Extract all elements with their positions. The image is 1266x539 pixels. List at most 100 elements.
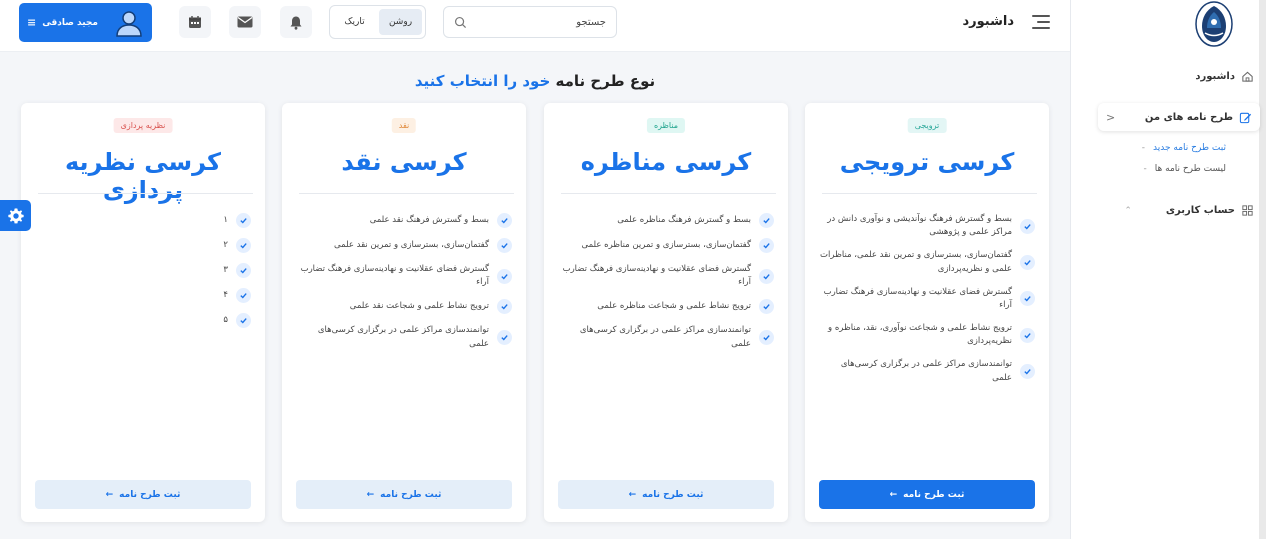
calendar-icon [189,16,201,28]
edit-icon [1239,112,1252,123]
feature-list: بسط و گسترش فرهنگ نوآندیشی و نوآوری دانش… [819,213,1035,395]
list-item: ترویج نشاط علمی و شجاعت نوآوری، نقد، منا… [819,322,1035,348]
card-title: کرسی نقد [341,148,467,176]
list-item: توانمندسازی مراکز علمی در برگزاری کرسی‌ه… [296,324,512,350]
arrow-left-icon: ← [105,489,114,500]
list-item: توانمندسازی مراکز علمی در برگزاری کرسی‌ه… [558,324,774,350]
button-label: ثبت طرح نامه [380,489,442,500]
button-label: ثبت طرح نامه [903,489,965,500]
divider [561,193,776,194]
mail-icon [237,16,253,28]
user-name: مجید صادقی [42,17,98,28]
gear-icon [7,207,24,223]
page-title: داشبورد [962,14,1014,29]
check-icon [497,238,512,253]
submit-proposal-button[interactable]: ثبت طرح نامه ← [35,480,251,509]
card-critique: نقد کرسی نقد بسط و گسترش فرهنگ نقد علمی … [282,103,526,522]
bell-icon [290,16,302,30]
arrow-left-icon: ← [889,489,898,500]
check-icon [1020,327,1035,343]
list-item: گسترش فضای عقلانیت و نهادینه‌سازی فرهنگ … [558,263,774,289]
check-icon [236,213,251,228]
check-icon [759,213,774,228]
home-icon [1242,71,1253,82]
card-title: کرسی نظریه پردازی [64,148,221,204]
divider [38,193,253,194]
search-icon [454,16,467,28]
theme-option-light[interactable]: روشن [379,9,422,35]
check-icon [497,299,512,315]
check-icon [1020,255,1035,271]
calendar-button[interactable] [179,6,211,38]
arrow-left-icon: ← [628,489,637,500]
sidebar: داشبورد طرح نامه های من < ثبت طرح نامه ج… [1070,0,1266,539]
sidebar-subitem-proposal-list[interactable]: لیست طرح نامه ها - [1144,164,1226,174]
list-item: گفتمان‌سازی، بسترسازی و تمرین نقد علمی، … [819,249,1035,275]
card-badge: نظریه پردازی [113,118,173,133]
grid-icon [1242,205,1253,216]
sidebar-item-dashboard[interactable]: داشبورد [1195,70,1254,83]
sidebar-item-account[interactable]: حساب کاربری ⌃ [1124,204,1254,217]
check-icon [236,288,251,303]
heading-highlight: خود را انتخاب کنید [414,72,551,90]
sidebar-item-label: داشبورد [1195,71,1235,82]
submit-proposal-button[interactable]: ثبت طرح نامه ← [296,480,512,509]
check-icon [1020,364,1035,380]
list-item: ۴ [35,288,251,303]
feature-list: بسط و گسترش فرهنگ نقد علمی گفتمان‌سازی، … [296,213,512,361]
sidebar-item-label: طرح نامه های من [1144,111,1233,123]
check-icon [497,213,512,228]
card-badge: مناظره [646,118,686,133]
scrollbar[interactable] [1259,0,1266,539]
search-box[interactable] [443,6,617,38]
list-item: بسط و گسترش فرهنگ نقد علمی [296,213,512,228]
card-badge: ترویجی [907,118,947,133]
messages-button[interactable] [229,6,261,38]
search-input[interactable] [467,16,606,28]
check-icon [759,330,774,346]
logo [1188,0,1240,48]
button-label: ثبت طرح نامه [642,489,704,500]
bullet-icon: - [1141,143,1145,153]
sidebar-subitem-label: لیست طرح نامه ها [1154,164,1226,174]
list-item: گفتمان‌سازی، بسترسازی و تمرین مناظره علم… [558,238,774,253]
check-icon [1020,218,1035,234]
feature-list: بسط و گسترش فرهنگ مناظره علمی گفتمان‌ساز… [558,213,774,361]
top-header: داشبورد تاریک روشن ≡ مجید صادقی [0,0,1070,52]
list-item: گسترش فضای عقلانیت و نهادینه‌سازی فرهنگ … [819,286,1035,312]
avatar [116,10,142,37]
check-icon [236,313,251,328]
bullet-icon: - [1143,164,1147,174]
theme-option-dark[interactable]: تاریک [333,9,376,35]
card-promotional: ترویجی کرسی ترویجی بسط و گسترش فرهنگ نوآ… [805,103,1049,522]
user-menu-button[interactable]: ≡ مجید صادقی [19,3,152,42]
card-title: کرسی ترویجی [839,148,1015,176]
sidebar-subitem-label: ثبت طرح نامه جدید [1153,143,1226,153]
theme-toggle[interactable]: تاریک روشن [329,5,426,39]
chevron-up-icon: ⌃ [1124,205,1132,216]
list-item: ۱ [35,213,251,228]
submit-proposal-button[interactable]: ثبت طرح نامه ← [819,480,1035,509]
submit-proposal-button[interactable]: ثبت طرح نامه ← [558,480,774,509]
card-theorizing: نظریه پردازی کرسی نظریه پردازی ۱ ۲ ۳ ۴ ۵… [21,103,265,522]
notifications-button[interactable] [280,6,312,38]
card-title: کرسی مناظره [580,148,752,176]
sidebar-item-my-proposals[interactable]: طرح نامه های من < [1098,103,1260,131]
settings-button[interactable] [0,200,31,231]
check-icon [759,268,774,284]
hamburger-menu-icon[interactable] [1032,15,1050,31]
heading-text: نوع طرح نامه [550,72,656,90]
check-icon [497,330,512,346]
divider [299,193,514,194]
card-debate: مناظره کرسی مناظره بسط و گسترش فرهنگ منا… [544,103,788,522]
list-item: ۳ [35,263,251,278]
check-icon [497,268,512,284]
list-item: بسط و گسترش فرهنگ نوآندیشی و نوآوری دانش… [819,213,1035,239]
sidebar-subitem-new-proposal[interactable]: ثبت طرح نامه جدید - [1142,143,1226,153]
check-icon [759,238,774,253]
check-icon [1020,291,1035,307]
check-icon [236,263,251,278]
list-item: بسط و گسترش فرهنگ مناظره علمی [558,213,774,228]
check-icon [236,238,251,253]
button-label: ثبت طرح نامه [119,489,181,500]
